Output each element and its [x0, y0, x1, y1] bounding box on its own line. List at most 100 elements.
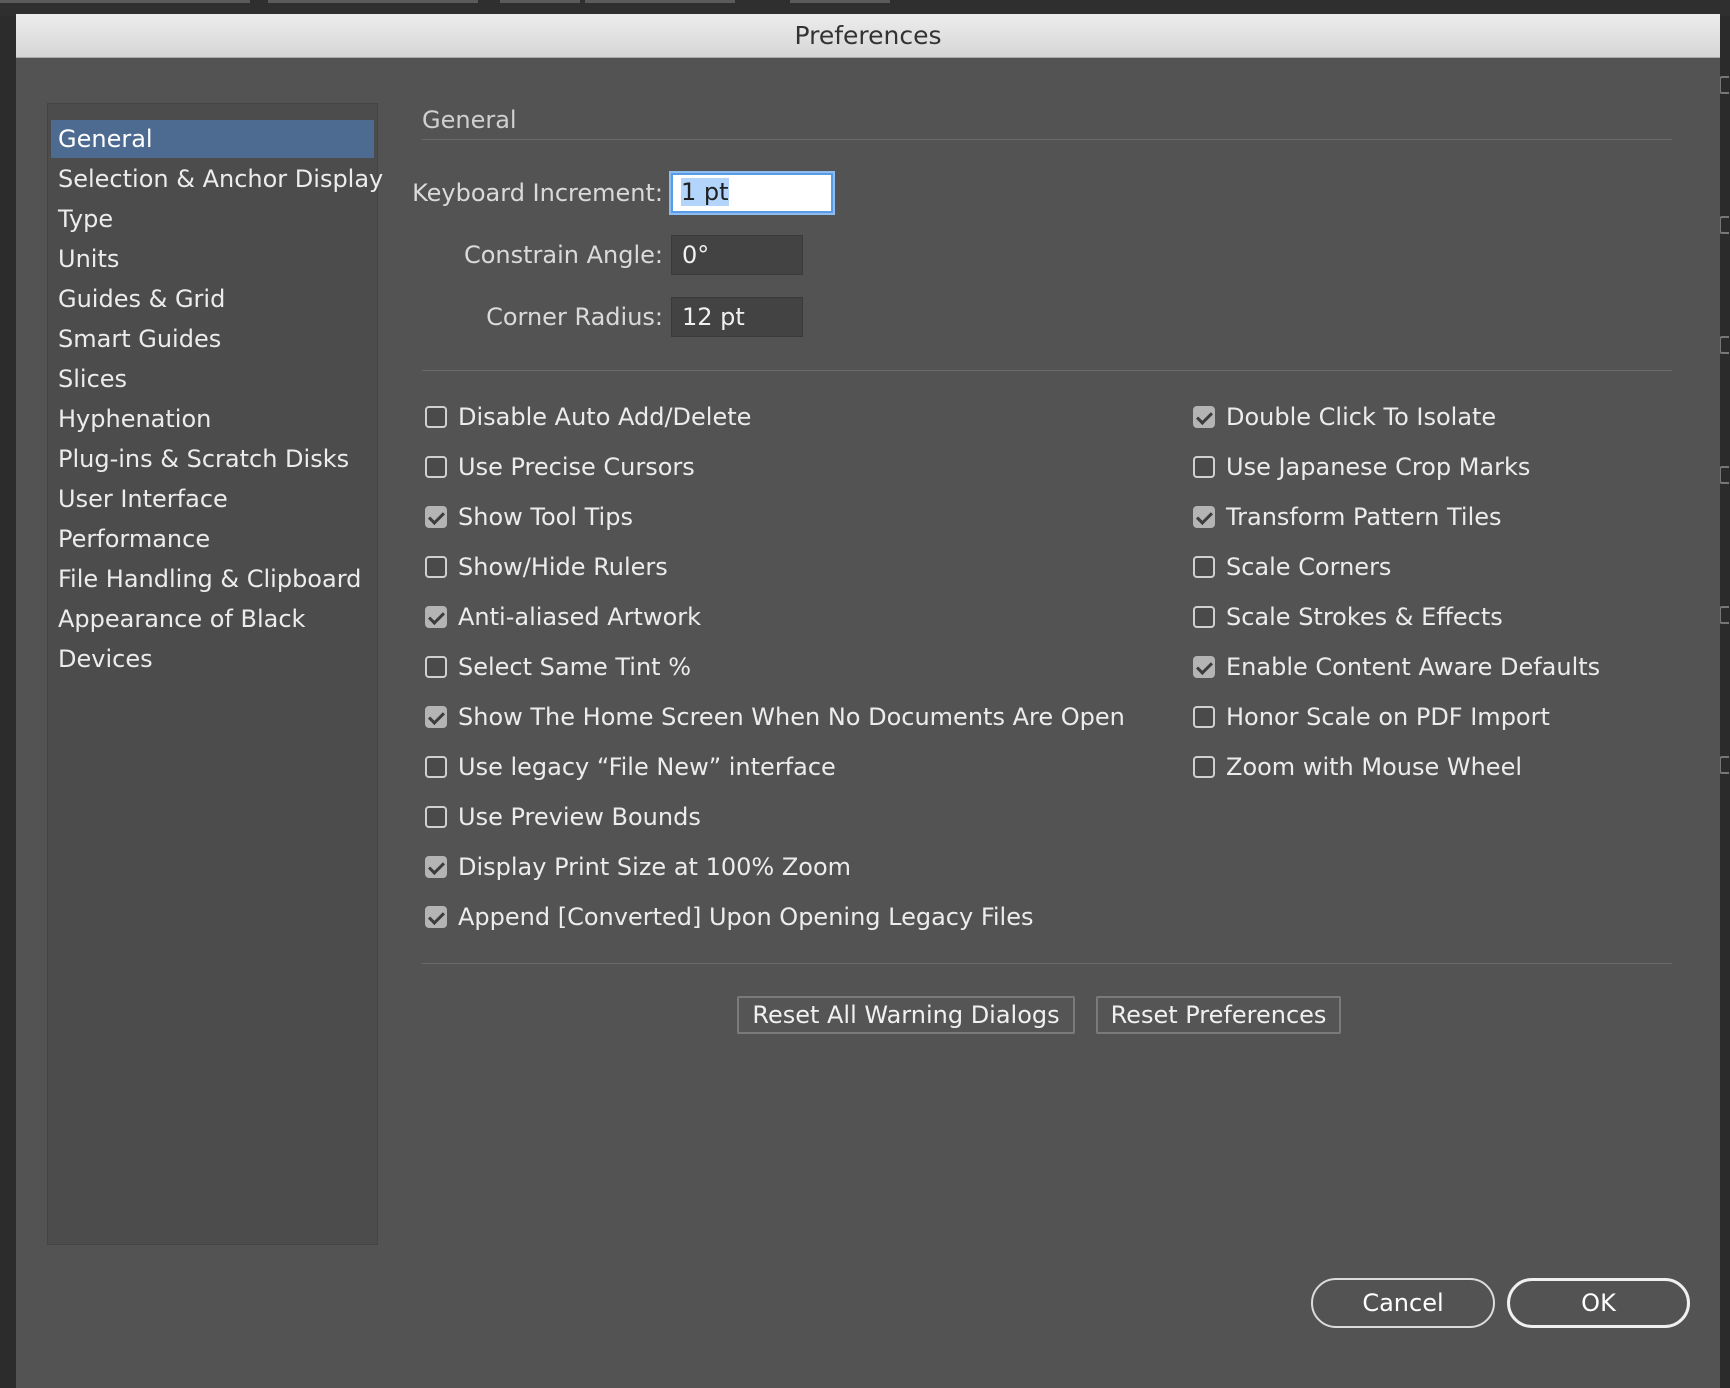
- option-show-home-screen[interactable]: Show The Home Screen When No Documents A…: [425, 700, 1125, 734]
- option-label: Use Preview Bounds: [458, 803, 701, 831]
- cancel-button[interactable]: Cancel: [1311, 1278, 1495, 1328]
- option-use-precise-cursors[interactable]: Use Precise Cursors: [425, 450, 695, 484]
- checkbox[interactable]: [425, 406, 447, 428]
- checkbox[interactable]: [1193, 706, 1215, 728]
- tool-icon: [1719, 606, 1729, 624]
- category-devices[interactable]: Devices: [51, 640, 374, 678]
- corner-radius-label: Corner Radius:: [486, 303, 663, 331]
- option-label: Disable Auto Add/Delete: [458, 403, 752, 431]
- option-label: Anti-aliased Artwork: [458, 603, 702, 631]
- app-tab-strip: [0, 0, 250, 3]
- checkbox[interactable]: [1193, 656, 1215, 678]
- app-background-left: [0, 16, 16, 1388]
- category-user-interface[interactable]: User Interface: [51, 480, 374, 518]
- category-smart-guides[interactable]: Smart Guides: [51, 320, 374, 358]
- constrain-angle-label: Constrain Angle:: [463, 241, 663, 269]
- checkbox[interactable]: [425, 606, 447, 628]
- checkbox[interactable]: [1193, 556, 1215, 578]
- checkbox[interactable]: [425, 556, 447, 578]
- option-label: Double Click To Isolate: [1226, 403, 1497, 431]
- checkbox[interactable]: [425, 706, 447, 728]
- category-guides-grid[interactable]: Guides & Grid: [51, 280, 374, 318]
- checkbox[interactable]: [1193, 406, 1215, 428]
- option-label: Scale Strokes & Effects: [1226, 603, 1503, 631]
- category-selection-anchor-display[interactable]: Selection & Anchor Display: [51, 160, 383, 198]
- option-label: Use Precise Cursors: [458, 453, 695, 481]
- option-label: Use legacy “File New” interface: [458, 753, 836, 781]
- checkbox[interactable]: [425, 456, 447, 478]
- option-scale-corners[interactable]: Scale Corners: [1193, 550, 1391, 584]
- preferences-category-list: General Selection & Anchor Display Type …: [47, 103, 383, 1245]
- keyboard-increment-input[interactable]: 1 pt: [671, 173, 833, 213]
- checkbox[interactable]: [425, 856, 447, 878]
- option-enable-content-aware-defaults[interactable]: Enable Content Aware Defaults: [1193, 650, 1600, 684]
- option-label: Select Same Tint %: [458, 653, 692, 681]
- option-label: Enable Content Aware Defaults: [1226, 653, 1601, 681]
- category-slices[interactable]: Slices: [51, 360, 374, 398]
- option-append-converted[interactable]: Append [Converted] Upon Opening Legacy F…: [425, 900, 1034, 934]
- option-use-legacy-file-new[interactable]: Use legacy “File New” interface: [425, 750, 836, 784]
- divider: [422, 963, 1672, 964]
- option-use-preview-bounds[interactable]: Use Preview Bounds: [425, 800, 701, 834]
- category-appearance-of-black[interactable]: Appearance of Black: [51, 600, 374, 638]
- checkbox[interactable]: [1193, 756, 1215, 778]
- option-anti-aliased-artwork[interactable]: Anti-aliased Artwork: [425, 600, 701, 634]
- category-performance[interactable]: Performance: [51, 520, 374, 558]
- category-units[interactable]: Units: [51, 240, 374, 278]
- checkbox[interactable]: [1193, 506, 1215, 528]
- option-zoom-with-mouse-wheel[interactable]: Zoom with Mouse Wheel: [1193, 750, 1522, 784]
- app-tab-strip: [268, 0, 478, 3]
- option-label: Append [Converted] Upon Opening Legacy F…: [458, 903, 1034, 931]
- checkbox[interactable]: [425, 506, 447, 528]
- tool-icon: [1719, 466, 1729, 484]
- corner-radius-input[interactable]: 12 pt: [671, 297, 803, 337]
- tool-icon: [1719, 336, 1729, 354]
- category-file-handling-clipboard[interactable]: File Handling & Clipboard: [51, 560, 374, 598]
- constrain-angle-input[interactable]: 0°: [671, 235, 803, 275]
- option-show-hide-rulers[interactable]: Show/Hide Rulers: [425, 550, 668, 584]
- category-type[interactable]: Type: [51, 200, 374, 238]
- divider: [422, 370, 1672, 371]
- tool-icon: [1719, 216, 1729, 234]
- option-scale-strokes-effects[interactable]: Scale Strokes & Effects: [1193, 600, 1503, 634]
- divider: [422, 139, 1672, 140]
- option-disable-auto-add-delete[interactable]: Disable Auto Add/Delete: [425, 400, 751, 434]
- option-select-same-tint[interactable]: Select Same Tint %: [425, 650, 691, 684]
- category-hyphenation[interactable]: Hyphenation: [51, 400, 374, 438]
- option-label: Scale Corners: [1226, 553, 1392, 581]
- keyboard-increment-value: 1 pt: [681, 178, 729, 206]
- reset-warning-dialogs-button[interactable]: Reset All Warning Dialogs: [737, 996, 1075, 1034]
- option-honor-scale-pdf-import[interactable]: Honor Scale on PDF Import: [1193, 700, 1550, 734]
- tool-icon: [1719, 756, 1729, 774]
- keyboard-increment-label: Keyboard Increment:: [412, 179, 663, 207]
- option-use-japanese-crop-marks[interactable]: Use Japanese Crop Marks: [1193, 450, 1530, 484]
- reset-preferences-button[interactable]: Reset Preferences: [1096, 996, 1341, 1034]
- option-double-click-to-isolate[interactable]: Double Click To Isolate: [1193, 400, 1496, 434]
- checkbox[interactable]: [1193, 456, 1215, 478]
- option-transform-pattern-tiles[interactable]: Transform Pattern Tiles: [1193, 500, 1502, 534]
- option-label: Zoom with Mouse Wheel: [1226, 753, 1523, 781]
- ok-button[interactable]: OK: [1507, 1278, 1690, 1328]
- option-label: Display Print Size at 100% Zoom: [458, 853, 851, 881]
- option-label: Use Japanese Crop Marks: [1226, 453, 1531, 481]
- category-general[interactable]: General: [51, 120, 374, 158]
- app-tab-strip: [500, 0, 580, 3]
- dialog-title: Preferences: [16, 14, 1720, 58]
- app-tab-strip: [585, 0, 735, 3]
- app-tab-strip: [790, 0, 890, 3]
- option-label: Show/Hide Rulers: [458, 553, 668, 581]
- option-display-print-size[interactable]: Display Print Size at 100% Zoom: [425, 850, 851, 884]
- checkbox[interactable]: [1193, 606, 1215, 628]
- checkbox[interactable]: [425, 906, 447, 928]
- option-label: Honor Scale on PDF Import: [1226, 703, 1550, 731]
- option-show-tool-tips[interactable]: Show Tool Tips: [425, 500, 633, 534]
- checkbox[interactable]: [425, 756, 447, 778]
- option-label: Show Tool Tips: [458, 503, 633, 531]
- checkbox[interactable]: [425, 656, 447, 678]
- category-plugins-scratch-disks[interactable]: Plug-ins & Scratch Disks: [51, 440, 374, 478]
- checkbox[interactable]: [425, 806, 447, 828]
- option-label: Show The Home Screen When No Documents A…: [458, 703, 1125, 731]
- section-title: General: [422, 106, 517, 134]
- option-label: Transform Pattern Tiles: [1226, 503, 1502, 531]
- preferences-dialog: Preferences General Selection & Anchor D…: [16, 14, 1720, 1388]
